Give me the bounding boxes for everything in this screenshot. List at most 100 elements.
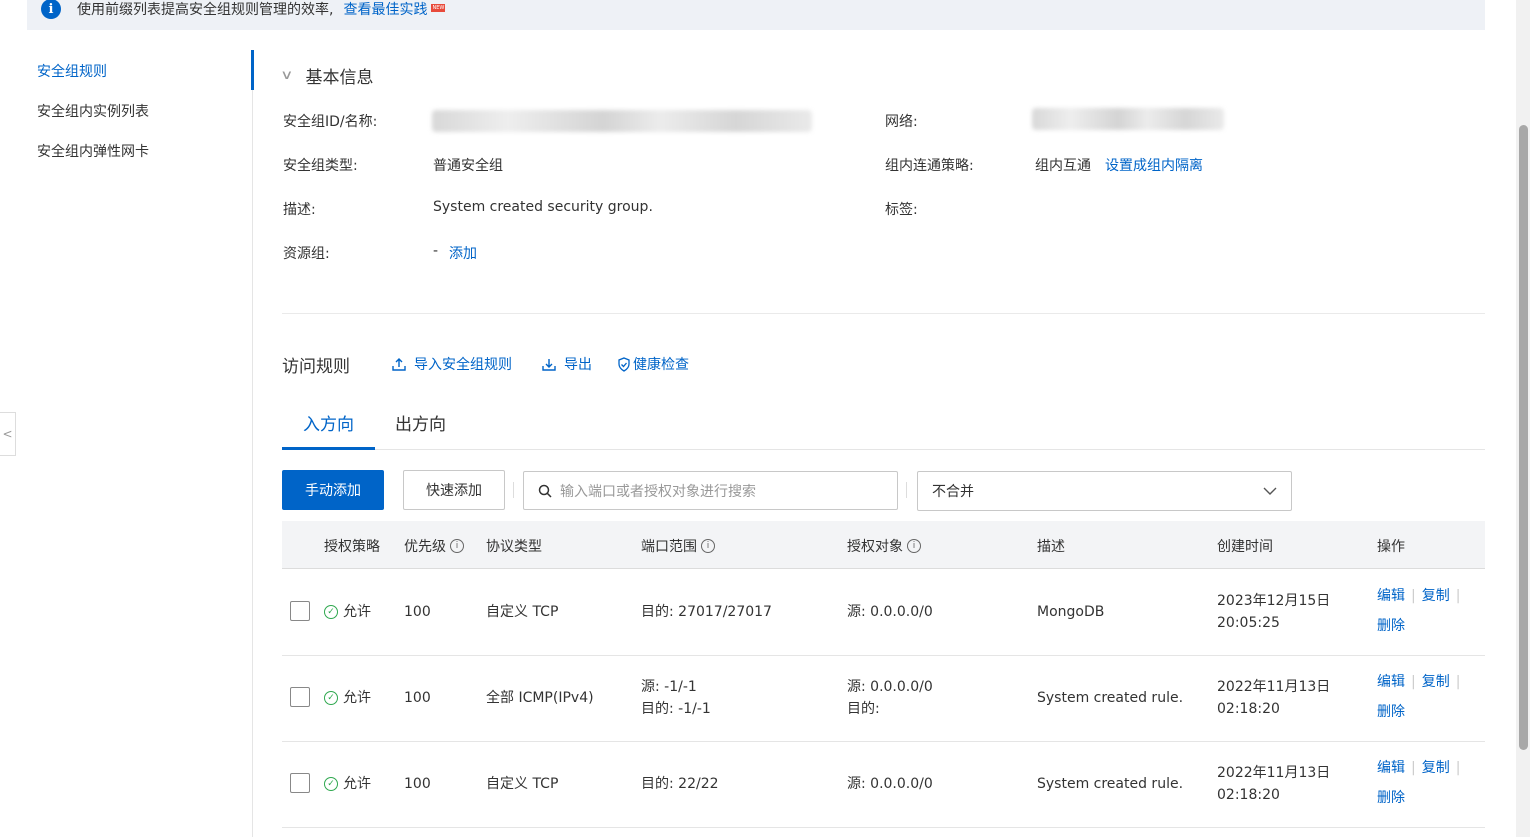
policy-cell: ✓ 允许 xyxy=(324,687,371,709)
edit-link[interactable]: 编辑 xyxy=(1377,674,1405,690)
time-clock: 02:18:20 xyxy=(1217,787,1280,803)
ops-cell: 编辑 | 复制 | xyxy=(1377,588,1461,604)
export-button[interactable]: 导出 xyxy=(542,354,592,374)
row-checkbox[interactable] xyxy=(290,687,310,707)
th-policy: 授权策略 xyxy=(324,536,380,556)
tab-inbound[interactable]: 入方向 xyxy=(303,410,354,435)
delete-link[interactable]: 删除 xyxy=(1377,787,1405,809)
th-actions: 操作 xyxy=(1377,536,1405,556)
edit-link[interactable]: 编辑 xyxy=(1377,588,1405,604)
info-icon[interactable]: i xyxy=(701,539,715,553)
sg-id-value-redacted xyxy=(432,110,812,132)
collapse-left-button[interactable]: < xyxy=(0,412,16,456)
download-icon xyxy=(542,359,556,371)
time-clock: 02:18:20 xyxy=(1217,701,1280,717)
delete-label[interactable]: 删除 xyxy=(1377,704,1405,720)
notice-text: 使用前缀列表提高安全组规则管理的效率, xyxy=(77,2,334,18)
check-circle-icon: ✓ xyxy=(324,777,338,791)
resource-group-value: - xyxy=(433,243,439,259)
policy-cell: ✓ 允许 xyxy=(324,773,371,795)
target-dst: 目的: xyxy=(847,701,880,717)
ops-cell: 编辑 | 复制 | xyxy=(1377,760,1461,776)
delete-link[interactable]: 删除 xyxy=(1377,615,1405,637)
port-src: 源: -1/-1 xyxy=(641,679,697,695)
priority-cell: 100 xyxy=(404,776,431,792)
search-placeholder: 输入端口或者授权对象进行搜索 xyxy=(560,483,756,500)
scroll-thumb[interactable] xyxy=(1519,125,1528,750)
chevron-down-icon xyxy=(1263,487,1277,495)
policy-cell: ✓ 允许 xyxy=(324,601,371,623)
time-date: 2022年11月13日 xyxy=(1217,679,1331,695)
sidebar-active-indicator xyxy=(251,50,254,90)
add-resource-group-link[interactable]: 添加 xyxy=(449,243,477,263)
sidebar-item-instances[interactable]: 安全组内实例列表 xyxy=(37,101,149,121)
import-rules-button[interactable]: 导入安全组规则 xyxy=(392,354,512,374)
table-row: ✓ 允许 100 自定义 TCP 目的: 27017/27017 源: 0.0.0… xyxy=(282,570,1485,656)
import-rules-label: 导入安全组规则 xyxy=(414,357,512,373)
target-cell: 源: 0.0.0.0/0 xyxy=(847,776,933,792)
chevron-down-icon[interactable]: ∨ xyxy=(280,68,293,83)
sidebar-item-security-rules[interactable]: 安全组规则 xyxy=(37,61,107,81)
new-badge: NEW xyxy=(431,4,446,12)
export-label: 导出 xyxy=(564,357,592,373)
quick-add-button[interactable]: 快速添加 xyxy=(403,470,505,510)
info-icon[interactable]: i xyxy=(450,539,464,553)
th-port: 端口范围 i xyxy=(641,536,715,556)
set-isolation-link[interactable]: 设置成组内隔离 xyxy=(1105,155,1203,175)
th-time: 创建时间 xyxy=(1217,536,1273,556)
protocol-cell: 自定义 TCP xyxy=(486,604,559,620)
manual-add-button[interactable]: 手动添加 xyxy=(282,470,384,510)
tabs-divider xyxy=(282,449,1485,450)
merge-select-value: 不合并 xyxy=(932,484,974,500)
best-practice-link[interactable]: 查看最佳实践 xyxy=(343,0,427,19)
copy-link[interactable]: 复制 xyxy=(1422,674,1450,690)
time-date: 2022年11月13日 xyxy=(1217,765,1331,781)
network-value-redacted xyxy=(1032,108,1224,130)
copy-link[interactable]: 复制 xyxy=(1422,588,1450,604)
vertical-scrollbar[interactable] xyxy=(1516,0,1530,837)
delete-label[interactable]: 删除 xyxy=(1377,618,1405,634)
upload-icon xyxy=(392,358,406,371)
table-row: ✓ 允许 100 全部 ICMP(IPv4) 源: -1/-1 目的: -1/-1… xyxy=(282,656,1485,742)
edit-link[interactable]: 编辑 xyxy=(1377,760,1405,776)
search-input[interactable]: 输入端口或者授权对象进行搜索 xyxy=(523,471,898,510)
row-checkbox[interactable] xyxy=(290,773,310,793)
th-time-label: 创建时间 xyxy=(1217,539,1273,555)
notice-bar: i 使用前缀列表提高安全组规则管理的效率, 查看最佳实践 NEW xyxy=(27,0,1485,30)
th-desc: 描述 xyxy=(1037,536,1065,556)
info-icon[interactable]: i xyxy=(907,539,921,553)
port-cell: 目的: 22/22 xyxy=(641,776,719,792)
target-src: 源: 0.0.0.0/0 xyxy=(847,679,933,695)
shield-check-icon xyxy=(618,356,630,372)
policy-text: 允许 xyxy=(343,776,371,792)
divider xyxy=(282,313,1485,314)
row-checkbox[interactable] xyxy=(290,601,310,621)
basic-info-header[interactable]: ∨ 基本信息 xyxy=(280,63,373,88)
network-label: 网络: xyxy=(885,114,918,130)
table-header: 授权策略 优先级 i 协议类型 端口范围 i 授权对象 i 描述 创建时间 操作 xyxy=(282,521,1485,569)
merge-select[interactable]: 不合并 xyxy=(917,471,1292,511)
desc-cell: System created rule. xyxy=(1037,776,1184,792)
health-check-label: 健康检查 xyxy=(633,357,689,373)
th-target-label: 授权对象 xyxy=(847,539,903,555)
sidebar: 安全组规则 安全组内实例列表 安全组内弹性网卡 xyxy=(27,50,254,837)
policy-text: 允许 xyxy=(343,604,371,620)
th-actions-label: 操作 xyxy=(1377,539,1405,555)
health-check-button[interactable]: 健康检查 xyxy=(617,354,689,374)
toolbar-separator xyxy=(513,482,514,498)
priority-cell: 100 xyxy=(404,604,431,620)
delete-label[interactable]: 删除 xyxy=(1377,790,1405,806)
th-priority-label: 优先级 xyxy=(404,539,446,555)
active-tab-indicator xyxy=(282,447,375,450)
desc-cell: MongoDB xyxy=(1037,604,1105,620)
tab-outbound[interactable]: 出方向 xyxy=(395,410,446,435)
copy-link[interactable]: 复制 xyxy=(1422,760,1450,776)
check-circle-icon: ✓ xyxy=(324,605,338,619)
protocol-cell: 全部 ICMP(IPv4) xyxy=(486,690,594,706)
sidebar-item-enis[interactable]: 安全组内弹性网卡 xyxy=(37,141,149,161)
delete-link[interactable]: 删除 xyxy=(1377,701,1405,723)
desc-cell: System created rule. xyxy=(1037,690,1184,706)
info-icon: i xyxy=(41,0,61,19)
check-circle-icon: ✓ xyxy=(324,691,338,705)
ops-cell: 编辑 | 复制 | xyxy=(1377,674,1461,690)
